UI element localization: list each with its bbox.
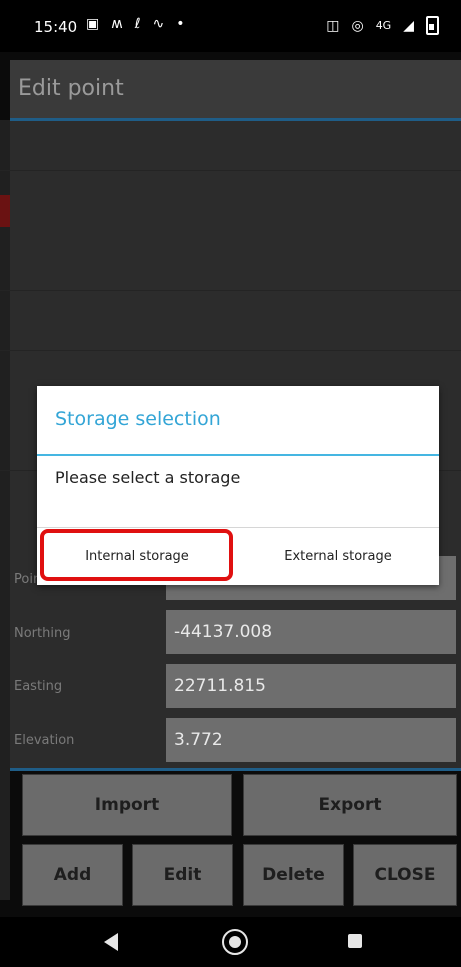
import-button[interactable]: Import [22, 774, 232, 836]
add-button[interactable]: Add [22, 844, 123, 906]
vibrate-icon: ◫ [326, 17, 340, 34]
recent-apps-icon[interactable] [348, 934, 362, 948]
edit-button[interactable]: Edit [132, 844, 233, 906]
status-time: 15:40 [34, 18, 78, 36]
easting-label: Easting [14, 679, 63, 694]
export-button[interactable]: Export [243, 774, 457, 836]
dialog-message: Please select a storage [55, 468, 241, 487]
cell-signal-icon: ◢ [403, 17, 414, 34]
external-storage-button[interactable]: External storage [238, 528, 438, 585]
home-icon[interactable] [222, 929, 248, 955]
status-bar: 15:40 ▣ ʍ ℓ ∿ • ◫ ◎ 4G ◢ [0, 0, 461, 52]
highlight-box [40, 529, 233, 581]
divider [0, 350, 461, 351]
elevation-field[interactable]: 3.772 [166, 718, 456, 762]
network-type: 4G [375, 19, 392, 32]
divider [0, 290, 461, 291]
app-icon: ℓ [134, 16, 141, 32]
page-title: Edit point [18, 76, 124, 101]
bottom-accent-line [10, 768, 461, 771]
navigation-bar [0, 917, 461, 967]
notification-icons: ▣ ʍ ℓ ∿ • [86, 16, 184, 32]
background-list-edge [0, 120, 10, 900]
hotspot-icon: ◎ [351, 17, 364, 34]
background-selected-row [0, 195, 10, 227]
easting-field[interactable]: 22711.815 [166, 664, 456, 708]
northing-field[interactable]: -44137.008 [166, 610, 456, 654]
dot-icon: • [176, 16, 185, 32]
system-icons: ◫ ◎ 4G ◢ [326, 16, 439, 35]
image-icon: ▣ [86, 16, 100, 32]
elevation-label: Elevation [14, 733, 75, 748]
battery-icon [426, 16, 439, 35]
signal-app-icon: ∿ [152, 16, 165, 32]
northing-label: Northing [14, 626, 71, 641]
divider [0, 170, 461, 171]
back-icon[interactable] [104, 933, 118, 951]
dialog-title: Storage selection [55, 408, 221, 430]
delete-button[interactable]: Delete [243, 844, 344, 906]
close-button[interactable]: CLOSE [353, 844, 457, 906]
app-bar: Edit point [10, 60, 461, 121]
dialog-title-divider [37, 454, 439, 456]
gmail-icon: ʍ [111, 16, 123, 32]
